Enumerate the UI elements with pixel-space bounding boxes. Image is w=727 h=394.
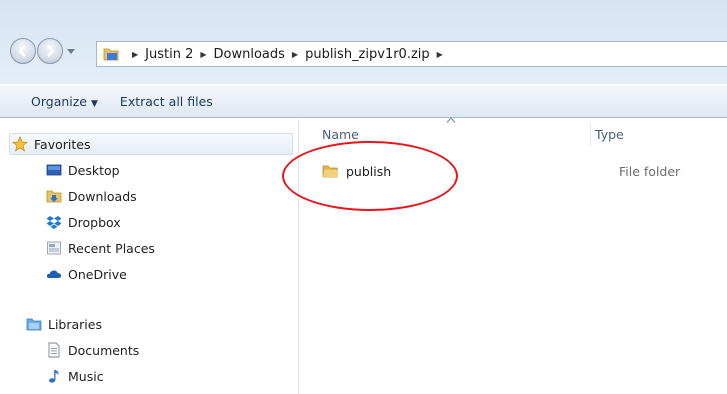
folder-icon (103, 48, 119, 61)
organize-label: Organize (31, 93, 87, 109)
sidebar-item-label: Libraries (48, 316, 102, 332)
recent-pages-dropdown-icon[interactable] (66, 46, 76, 56)
libraries-icon (26, 318, 42, 331)
forward-button[interactable] (37, 38, 63, 64)
column-header-name[interactable]: Name (322, 127, 359, 142)
desktop-icon (46, 164, 62, 176)
sidebar-item-libraries[interactable]: Libraries (26, 313, 102, 335)
breadcrumb-separator-icon[interactable]: ▶ (292, 50, 298, 59)
column-header-type[interactable]: Type (595, 127, 624, 142)
sidebar-item-label: OneDrive (68, 266, 127, 282)
sidebar-item-dropbox[interactable]: Dropbox (46, 211, 121, 233)
chevron-down-icon: ▼ (91, 98, 98, 109)
sidebar-item-favorites[interactable]: Favorites (9, 133, 293, 155)
breadcrumb-item-justin-2[interactable]: Justin 2 (145, 47, 193, 62)
back-button[interactable] (10, 38, 36, 64)
star-icon (12, 136, 28, 152)
sidebar-item-onedrive[interactable]: OneDrive (46, 263, 127, 285)
recent-places-icon (47, 241, 61, 255)
dropbox-icon (46, 216, 62, 229)
file-name: publish (346, 163, 392, 179)
sidebar-item-recent-places[interactable]: Recent Places (46, 237, 155, 259)
sidebar-item-label: Desktop (68, 162, 120, 178)
breadcrumb-separator-icon[interactable]: ▶ (132, 50, 138, 59)
downloads-folder-icon (46, 190, 62, 203)
table-row[interactable]: publish File folder (322, 160, 727, 182)
sidebar-item-label: Dropbox (68, 214, 121, 230)
sidebar-item-downloads[interactable]: Downloads (46, 185, 137, 207)
breadcrumb-separator-icon[interactable]: ▶ (437, 50, 443, 59)
forward-arrow-icon (47, 45, 55, 57)
extract-all-files-button[interactable]: Extract all files (120, 94, 213, 109)
breadcrumb-separator-icon[interactable]: ▶ (200, 50, 206, 59)
sidebar-item-label: Music (68, 368, 104, 384)
breadcrumb-item-zip[interactable]: publish_zipv1r0.zip (305, 47, 430, 62)
column-separator[interactable] (590, 122, 591, 146)
command-toolbar: Organize ▼ Extract all files (0, 84, 727, 118)
breadcrumb[interactable]: ▶ Justin 2 ▶ Downloads ▶ publish_zipv1r0… (96, 41, 727, 67)
organize-button[interactable]: Organize ▼ (31, 94, 98, 109)
sidebar-item-label: Documents (68, 342, 140, 358)
sort-ascending-icon (446, 117, 456, 123)
sidebar-item-label: Favorites (34, 136, 91, 152)
sidebar-item-label: Downloads (68, 188, 137, 204)
onedrive-icon (46, 270, 61, 278)
sidebar-item-desktop[interactable]: Desktop (46, 159, 120, 181)
sidebar-item-documents[interactable]: Documents (46, 339, 139, 361)
sidebar-item-music[interactable]: Music (46, 365, 104, 387)
music-note-icon (49, 370, 59, 383)
document-icon (48, 342, 60, 358)
file-type: File folder (619, 163, 681, 179)
back-arrow-icon (18, 45, 26, 57)
sidebar-item-label: Recent Places (68, 240, 155, 256)
navigation-pane: Favorites Desktop Downloads Dropbox Rece… (0, 119, 298, 394)
folder-icon (322, 165, 338, 178)
address-bar-area: ▶ Justin 2 ▶ Downloads ▶ publish_zipv1r0… (0, 0, 727, 84)
breadcrumb-item-downloads[interactable]: Downloads (214, 47, 285, 62)
